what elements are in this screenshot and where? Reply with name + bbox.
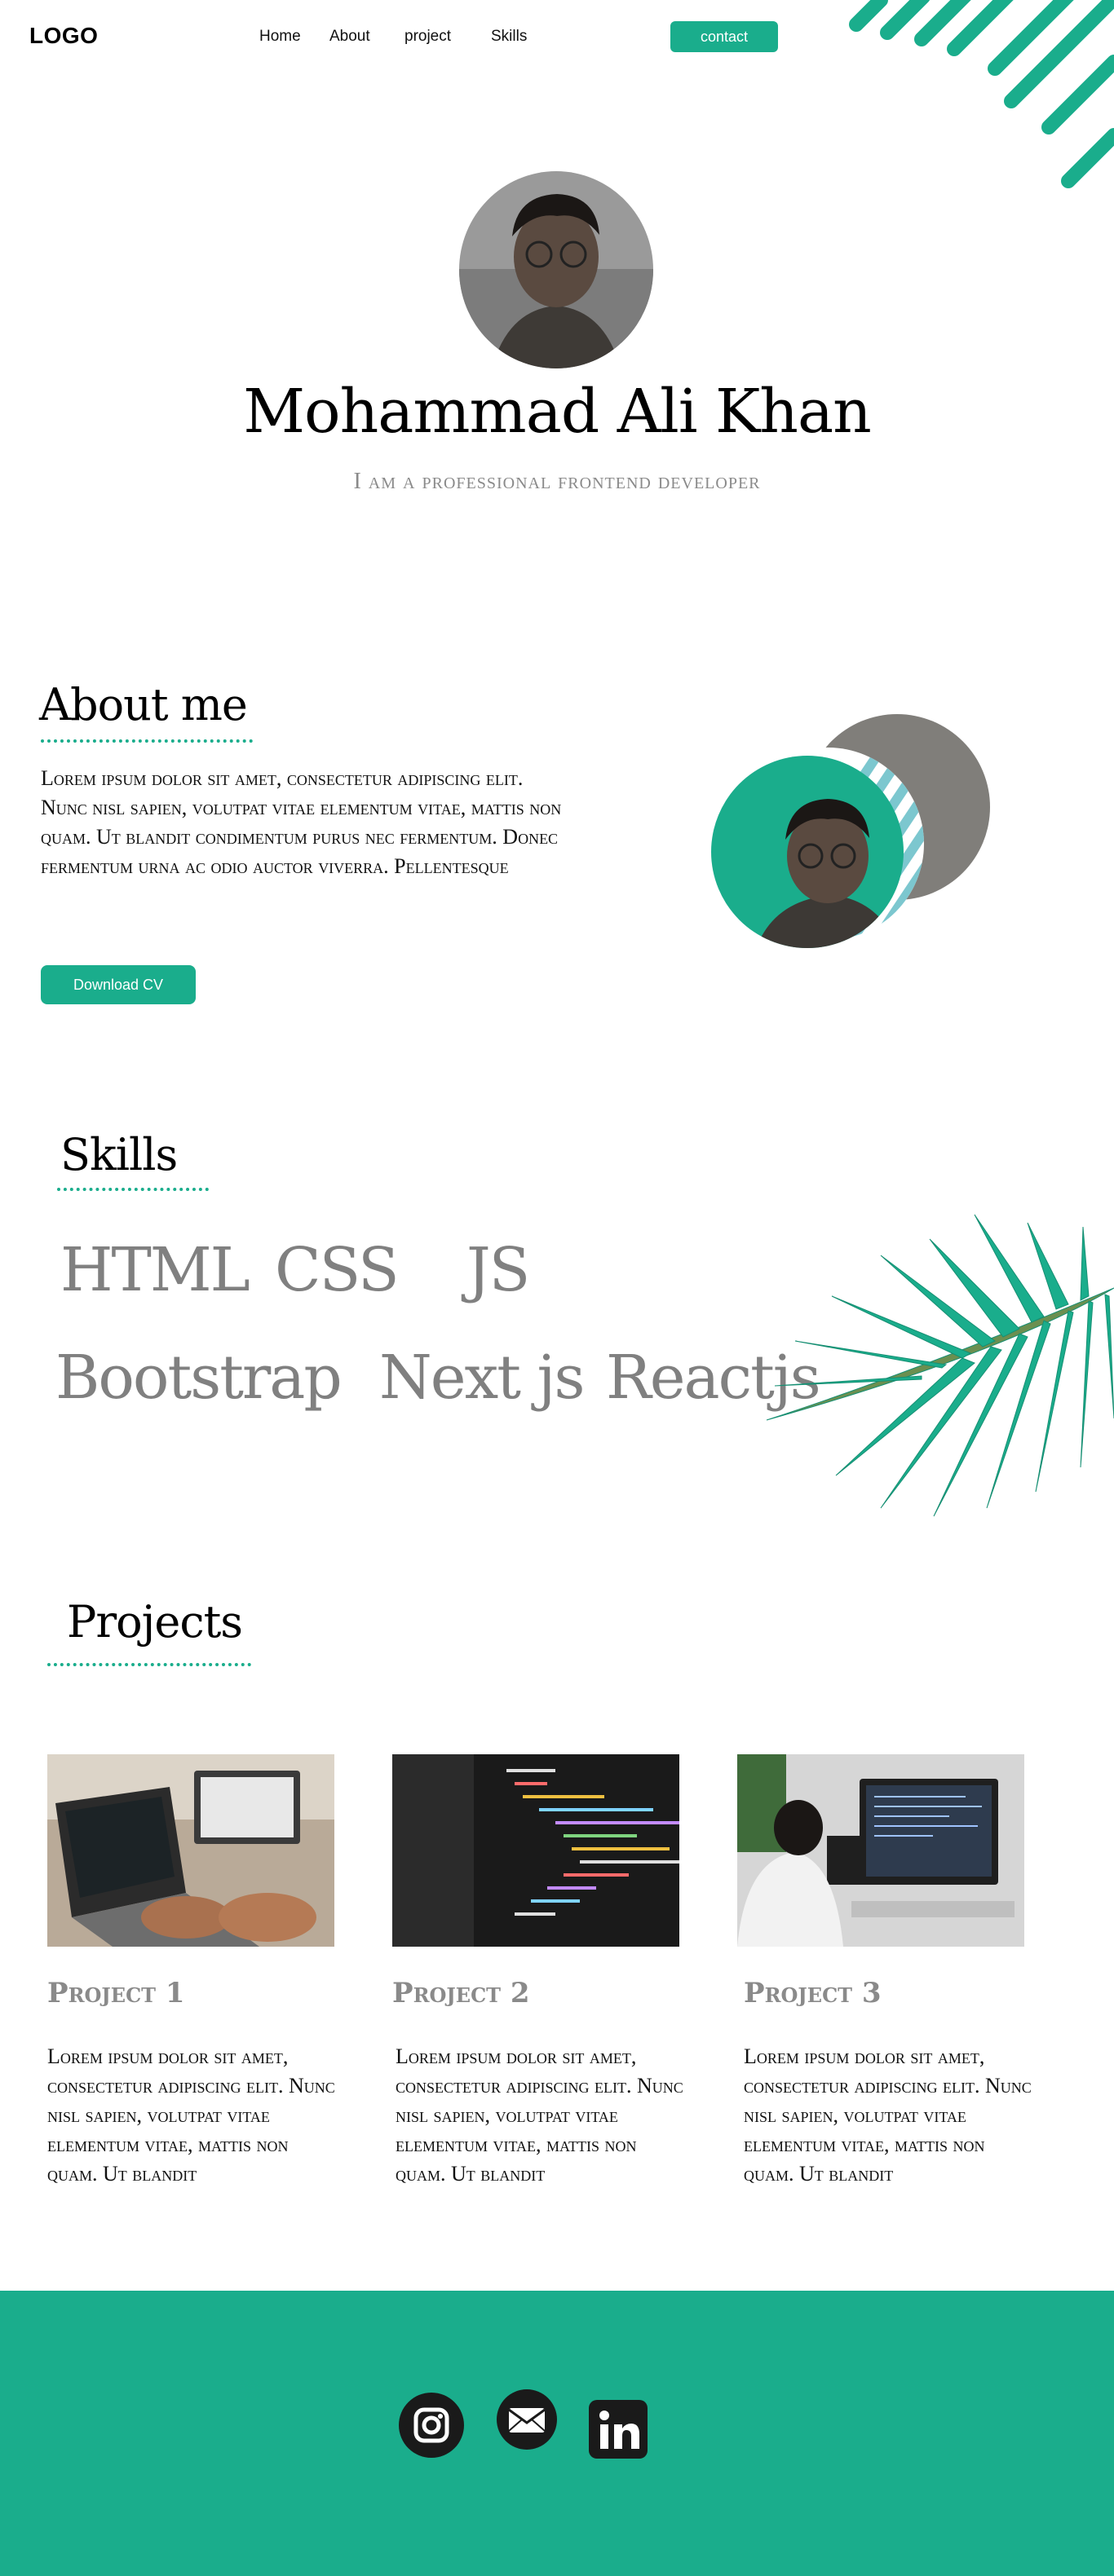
mail-icon[interactable]: [496, 2389, 558, 2450]
projects-title-underline: [47, 1663, 251, 1666]
skill-nextjs: Next js: [379, 1343, 585, 1413]
hero-subtitle: I am a professional frontend developer: [353, 469, 761, 494]
nav-link-skills[interactable]: Skills: [491, 28, 527, 46]
palm-leaf-decoration: [766, 1214, 1114, 1517]
about-photo-art: [711, 714, 990, 948]
about-text: Lorem ipsum dolor sit amet, consectetur …: [41, 766, 562, 878]
skills-title: Skills: [60, 1129, 178, 1180]
profile-photo: [459, 171, 653, 368]
project-2-title[interactable]: Project 2: [392, 1977, 530, 2009]
project-1-text: Lorem ipsum dolor sit amet, consectetur …: [47, 2044, 335, 2186]
download-cv-button[interactable]: Download CV: [41, 965, 196, 1004]
skills-title-underline: [57, 1188, 209, 1191]
project-3-title[interactable]: Project 3: [744, 1977, 882, 2009]
project-1-title[interactable]: Project 1: [47, 1977, 185, 2009]
footer: [0, 2291, 1114, 2576]
project-1-image[interactable]: [47, 1754, 334, 1947]
skill-html: HTML: [60, 1235, 250, 1305]
nav-link-project[interactable]: project: [404, 28, 451, 46]
projects-title: Projects: [67, 1596, 243, 1647]
project-2-image[interactable]: [392, 1754, 679, 1947]
project-3-text: Lorem ipsum dolor sit amet, consectetur …: [744, 2044, 1032, 2186]
project-2-text: Lorem ipsum dolor sit amet, consectetur …: [396, 2044, 683, 2186]
decorative-stripes: [849, 0, 1114, 188]
linkedin-icon[interactable]: [589, 2400, 648, 2459]
skill-bootstrap: Bootstrap: [55, 1343, 343, 1413]
nav-link-home[interactable]: Home: [259, 28, 301, 46]
instagram-icon[interactable]: [398, 2392, 465, 2459]
about-title-underline: [41, 739, 253, 743]
nav-link-about[interactable]: About: [329, 28, 370, 46]
skill-js: JS: [466, 1235, 530, 1305]
skill-css: CSS: [275, 1235, 400, 1305]
contact-button[interactable]: contact: [670, 21, 778, 52]
hero-name: Mohammad Ali Khan: [243, 377, 871, 447]
project-3-image[interactable]: [737, 1754, 1024, 1947]
about-title: About me: [39, 679, 248, 730]
